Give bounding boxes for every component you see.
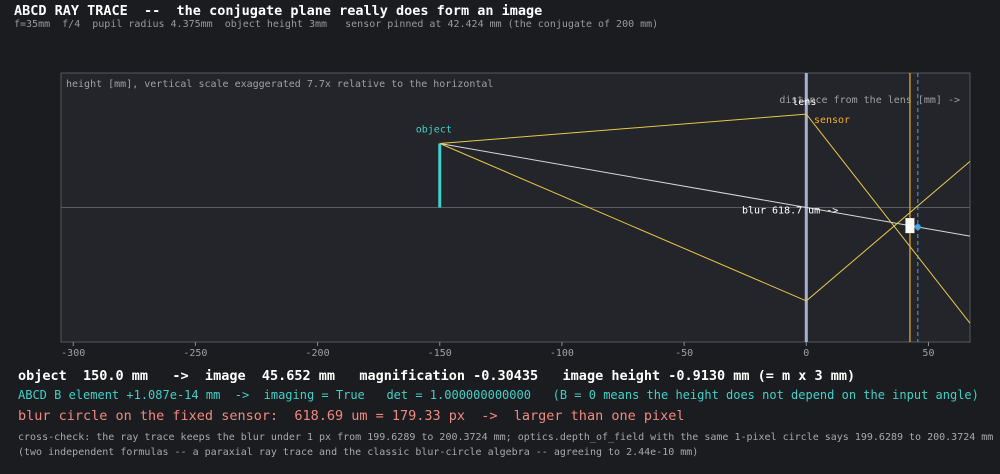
summary-abcd-line: ABCD B element +1.087e-14 mm -> imaging … [18, 388, 979, 402]
y-axis-label: height [mm], vertical scale exaggerated … [66, 79, 493, 90]
summary-agreement-line: (two independent formulas -- a paraxial … [18, 447, 699, 458]
sensor-label: sensor [814, 115, 850, 126]
image-point [914, 223, 921, 230]
x-tick-label: -150 [428, 348, 452, 359]
summary-blur-line: blur circle on the fixed sensor: 618.69 … [18, 408, 685, 424]
blur-circle-marker [905, 218, 915, 234]
summary-crosscheck-line: cross-check: the ray trace keeps the blu… [18, 432, 994, 443]
x-tick-label: 0 [803, 348, 809, 359]
x-tick-label: 50 [922, 348, 934, 359]
lens-label: lens [792, 97, 816, 108]
x-tick-label: -200 [306, 348, 330, 359]
x-tick-label: -50 [675, 348, 693, 359]
x-tick-label: -100 [550, 348, 574, 359]
summary-imaging-line: object 150.0 mm -> image 45.652 mm magni… [18, 368, 856, 384]
x-tick-label: -250 [183, 348, 207, 359]
ray-trace-plot: height [mm], vertical scale exaggerated … [60, 72, 971, 359]
x-tick-label: -300 [61, 348, 85, 359]
blur-label: blur 618.7 um -> [742, 206, 838, 217]
object-label: object [416, 124, 452, 135]
